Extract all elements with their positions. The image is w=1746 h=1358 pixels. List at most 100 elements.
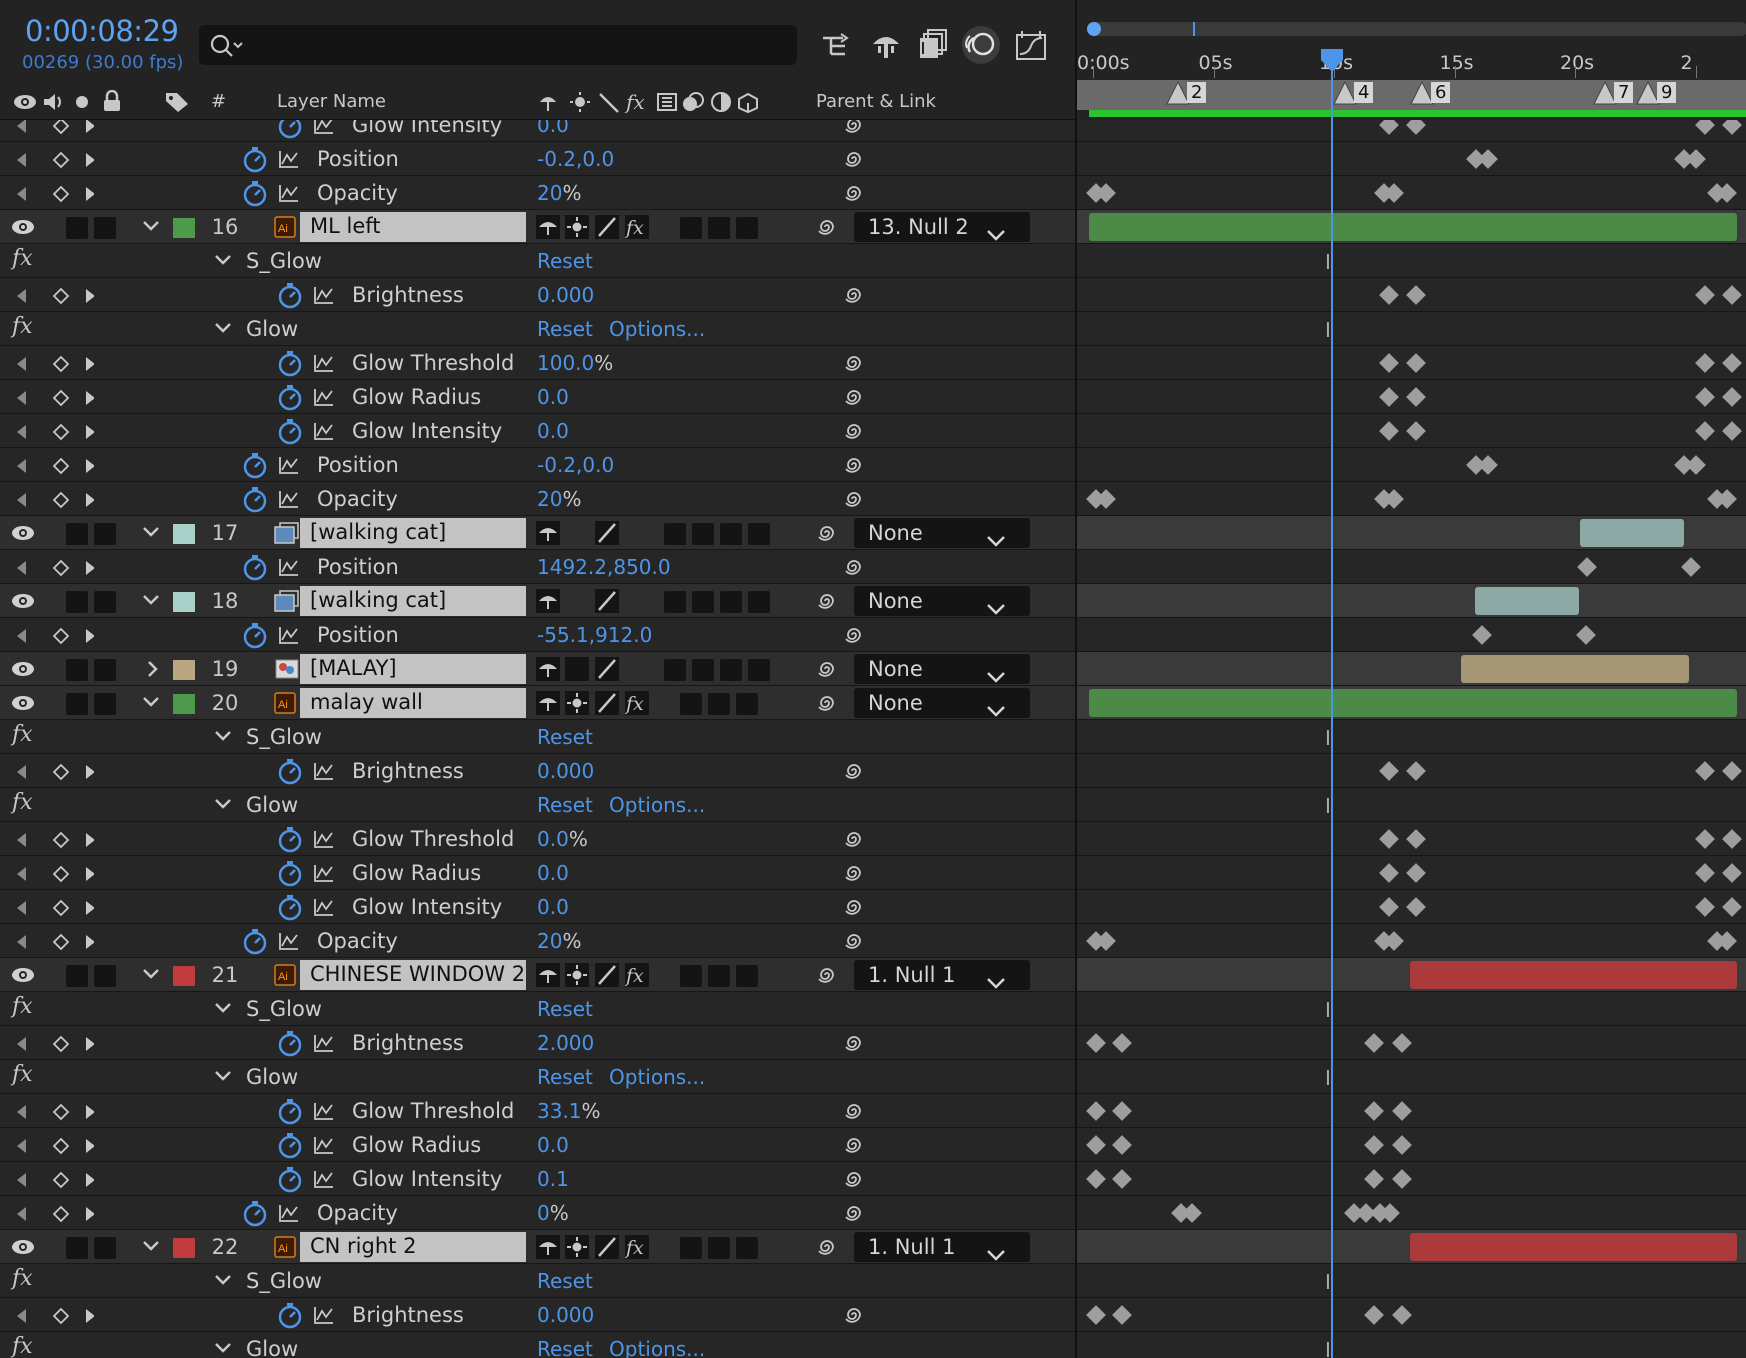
draft-quality-icon[interactable] [536, 691, 560, 715]
property-value[interactable]: -55.1,912.0 [537, 623, 652, 647]
timeline-track[interactable] [1077, 1094, 1746, 1128]
effect-name[interactable]: S_Glow [246, 997, 322, 1021]
keyframe-diamond[interactable] [1379, 387, 1399, 407]
expression-pick-whip-icon[interactable] [843, 556, 865, 582]
label-tag-icon[interactable] [164, 91, 190, 113]
property-value[interactable]: -0.2,0.0 [537, 147, 614, 171]
visibility-eye-icon[interactable] [10, 218, 36, 240]
draft-quality-icon[interactable] [536, 589, 560, 613]
timeline-track[interactable] [1077, 550, 1746, 584]
timeline-track[interactable] [1077, 482, 1746, 516]
layer-switch-box[interactable] [66, 523, 88, 545]
switch-box[interactable] [720, 659, 742, 681]
timeline-track[interactable] [1077, 652, 1746, 686]
collapse-transform-icon[interactable] [565, 963, 589, 987]
property-row[interactable]: Position -0.2,0.0 [0, 448, 1075, 482]
property-value[interactable]: 20% [537, 929, 581, 953]
keyframe-navigator-icon[interactable] [14, 184, 95, 208]
effect-reset-link[interactable]: Reset [537, 725, 593, 749]
effect-fx-icon[interactable]: fx [624, 215, 649, 239]
collapse-transform-icon[interactable] [565, 215, 589, 239]
property-value-number[interactable]: 1492.2,850.0 [537, 555, 671, 579]
property-value-number[interactable]: 33.1 [537, 1099, 582, 1123]
composition-marker[interactable]: 2 [1165, 80, 1207, 106]
switch-box[interactable] [664, 523, 686, 545]
stopwatch-icon[interactable] [276, 120, 304, 143]
keyframe-diamond[interactable] [1722, 829, 1742, 849]
property-row[interactable]: Brightness 0.000 [0, 754, 1075, 788]
timeline-track[interactable] [1077, 856, 1746, 890]
collapse-transform-icon[interactable] [565, 691, 589, 715]
expression-pick-whip-icon[interactable] [843, 284, 865, 310]
keyframe-diamond[interactable] [1478, 455, 1498, 475]
timeline-track[interactable] [1077, 618, 1746, 652]
graph-toggle-icon[interactable] [313, 761, 335, 785]
expression-pick-whip-icon[interactable] [843, 352, 865, 378]
effect-fx-icon[interactable]: fx [624, 1235, 649, 1259]
keyframe-diamond[interactable] [1722, 421, 1742, 441]
property-value-number[interactable]: 0.0 [537, 385, 569, 409]
switch-box[interactable] [708, 1237, 730, 1259]
timeline-track[interactable] [1077, 380, 1746, 414]
stopwatch-icon[interactable] [241, 179, 269, 211]
column-layer-name-header[interactable]: Layer Name [277, 91, 386, 112]
keyframe-diamond[interactable] [1406, 120, 1426, 135]
property-value-number[interactable]: 0.0 [537, 861, 569, 885]
effect-fx-icon[interactable]: fx [12, 722, 33, 747]
switch-box[interactable] [720, 523, 742, 545]
collapse-chevron-icon[interactable] [214, 728, 232, 747]
property-value-number[interactable]: 20 [537, 929, 562, 953]
graph-toggle-icon[interactable] [313, 120, 335, 139]
draft-quality-icon[interactable] [536, 657, 560, 681]
timeline-track[interactable]: I [1077, 720, 1746, 754]
keyframe-diamond[interactable] [1364, 1101, 1384, 1121]
keyframe-diamond[interactable] [1379, 285, 1399, 305]
property-row[interactable]: Glow Radius 0.0 [0, 380, 1075, 414]
quality-slash-icon[interactable] [595, 963, 619, 987]
property-row[interactable]: Opacity 20% [0, 482, 1075, 516]
keyframe-diamond[interactable] [1379, 761, 1399, 781]
effect-row[interactable]: fx Glow Reset Options... [0, 312, 1075, 346]
timeline-track[interactable] [1077, 448, 1746, 482]
timeline-track[interactable] [1077, 1162, 1746, 1196]
collapse-chevron-icon[interactable] [214, 796, 232, 815]
keyframe-diamond[interactable] [1379, 421, 1399, 441]
parent-dropdown[interactable]: None [854, 688, 1030, 718]
keyframe-diamond[interactable] [1406, 353, 1426, 373]
timeline-track[interactable] [1077, 516, 1746, 550]
property-value-number[interactable]: 20 [537, 487, 562, 511]
property-value-number[interactable]: 0 [537, 1201, 550, 1225]
property-row[interactable]: Opacity 0% [0, 1196, 1075, 1230]
keyframe-diamond[interactable] [1681, 557, 1701, 577]
keyframe-navigator-icon[interactable] [14, 864, 95, 888]
graph-toggle-icon[interactable] [313, 1169, 335, 1193]
keyframe-diamond[interactable] [1379, 863, 1399, 883]
keyframe-navigator-icon[interactable] [14, 1170, 95, 1194]
effect-reset-link[interactable]: Reset [537, 317, 593, 341]
visibility-eye-icon[interactable] [10, 660, 36, 682]
keyframe-diamond[interactable] [1086, 1033, 1106, 1053]
keyframe-navigator-icon[interactable] [14, 1306, 95, 1330]
graph-toggle-icon[interactable] [313, 897, 335, 921]
graph-toggle-icon[interactable] [313, 829, 335, 853]
property-row[interactable]: Glow Intensity 0.0 [0, 414, 1075, 448]
parent-dropdown[interactable]: None [854, 518, 1030, 548]
effect-fx-icon[interactable]: fx [624, 691, 649, 715]
property-value[interactable]: 0.0 [537, 1133, 569, 1157]
frame-blending-icon[interactable] [914, 26, 952, 64]
keyframe-navigator-icon[interactable] [14, 388, 95, 412]
property-value[interactable]: 0.0 [537, 895, 569, 919]
collapse-chevron-icon[interactable] [142, 592, 160, 611]
effect-row[interactable]: fx Glow Reset Options... [0, 1332, 1075, 1358]
quality-slash-icon[interactable] [595, 215, 619, 239]
label-color-swatch[interactable] [173, 966, 195, 986]
keyframe-diamond[interactable] [1379, 353, 1399, 373]
keyframe-diamond[interactable] [1695, 120, 1715, 135]
switch-box[interactable] [680, 1237, 702, 1259]
timeline-track[interactable] [1077, 210, 1746, 244]
keyframe-diamond[interactable] [1695, 353, 1715, 373]
time-navigator-bar[interactable] [1087, 22, 1746, 36]
keyframe-navigator-icon[interactable] [14, 490, 95, 514]
collapse-chevron-icon[interactable] [214, 1340, 232, 1358]
timeline-track[interactable] [1077, 1026, 1746, 1060]
